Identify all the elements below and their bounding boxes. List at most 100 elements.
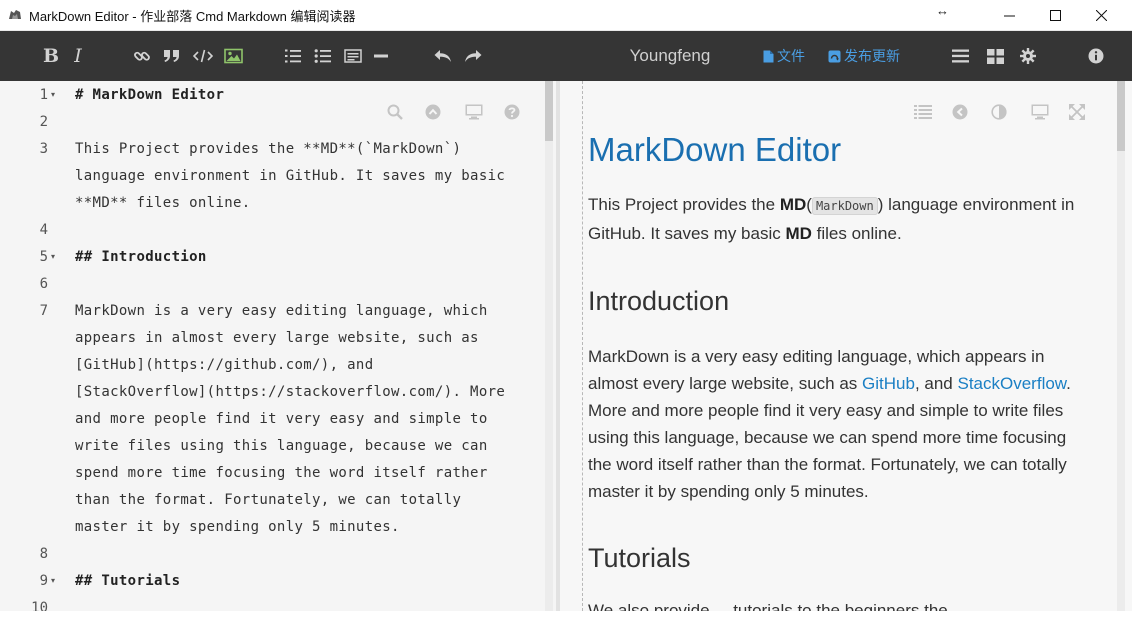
close-button[interactable] <box>1078 0 1124 31</box>
code-line: master it by spending only 5 minutes. <box>75 519 400 535</box>
preview-scrollbar-thumb[interactable] <box>1117 81 1125 151</box>
preview-paragraph: MarkDown is a very easy editing language… <box>588 347 1071 501</box>
file-menu-button[interactable]: 文件 <box>763 31 805 81</box>
preview-paragraph: This Project provides the MD(MarkDown) l… <box>588 195 1075 243</box>
preview-heading-tutorials: Tutorials <box>588 543 691 573</box>
help-icon <box>504 104 520 120</box>
code-line: language environment in GitHub. It saves… <box>75 168 506 184</box>
preview-heading-1: MarkDown Editor <box>588 131 842 168</box>
code-line: than the format. Fortunately, we can tot… <box>75 492 462 508</box>
line-number: 3 <box>39 141 48 157</box>
line-number: 6 <box>39 276 48 292</box>
redo-button[interactable] <box>461 31 485 81</box>
menu-button[interactable] <box>948 31 972 81</box>
editor-scrollbar[interactable] <box>545 81 553 611</box>
stackoverflow-link[interactable]: StackOverflow <box>957 374 1066 393</box>
expand-icon <box>1069 104 1085 120</box>
author-name[interactable]: Youngfeng <box>600 31 740 81</box>
scroll-top-button[interactable] <box>424 103 442 121</box>
preview-toggle-button[interactable] <box>465 103 483 121</box>
preview-scrollbar[interactable] <box>1117 81 1125 611</box>
code-line: write files using this language, because… <box>75 438 488 454</box>
maximize-icon <box>1049 10 1061 21</box>
preview-margin-line <box>582 81 583 611</box>
code-line: MarkDown is a very easy editing language… <box>75 303 488 319</box>
code-line: This Project provides the **MD**(`MarkDo… <box>75 141 462 157</box>
quote-icon <box>164 50 179 62</box>
code-line: **MD** files online. <box>75 195 251 211</box>
italic-button[interactable]: I <box>66 31 90 81</box>
info-button[interactable] <box>1084 31 1108 81</box>
ordered-list-icon <box>285 49 301 63</box>
ordered-list-button[interactable] <box>281 31 305 81</box>
line-number: 1 <box>39 87 48 103</box>
gear-icon <box>1020 48 1036 64</box>
search-button[interactable] <box>386 103 404 121</box>
info-icon <box>1088 48 1104 64</box>
editor-pane[interactable]: 1 ▾ 2 3 4 5 ▾ 6 7 8 9 ▾ 10 # MarkDown Ed… <box>0 81 556 611</box>
preview-cut-text: We also provide ... tutorials to the beg… <box>588 601 967 611</box>
theme-toggle-button[interactable] <box>989 102 1009 122</box>
line-number: 8 <box>39 546 48 562</box>
toc-button[interactable] <box>913 102 933 122</box>
monitor-icon <box>1031 104 1049 120</box>
line-number: 4 <box>39 222 48 238</box>
toolbar: B I Youngfeng 文件 发布更新 <box>0 31 1132 81</box>
code-line: [StackOverflow](https://stackoverflow.co… <box>75 384 506 400</box>
line-number: 5 <box>39 249 48 265</box>
minimize-button[interactable] <box>986 0 1032 31</box>
window-title: MarkDown Editor - 作业部落 Cmd Markdown 编辑阅读… <box>29 8 356 24</box>
title-bar: MarkDown Editor - 作业部落 Cmd Markdown 编辑阅读… <box>0 0 1132 31</box>
back-button[interactable] <box>950 102 970 122</box>
fold-arrow-icon[interactable]: ▾ <box>51 81 59 108</box>
unordered-list-icon <box>314 49 331 63</box>
fold-arrow-icon[interactable]: ▾ <box>51 567 59 594</box>
code-line: appears in almost every large website, s… <box>75 330 479 346</box>
chevron-left-circle-icon <box>952 104 968 120</box>
fold-arrow-icon[interactable]: ▾ <box>51 243 59 270</box>
horizontal-rule-button[interactable] <box>370 31 392 81</box>
line-number: 2 <box>39 114 48 130</box>
monitor-icon <box>465 104 483 120</box>
help-button[interactable] <box>503 103 521 121</box>
unordered-list-button[interactable] <box>311 31 335 81</box>
image-icon <box>223 48 243 64</box>
bold-button[interactable]: B <box>38 31 64 81</box>
resize-arrows-icon: ↔ <box>936 3 949 18</box>
toc-list-icon <box>914 105 932 119</box>
link-icon <box>134 51 150 61</box>
inline-code: MarkDown <box>811 197 878 215</box>
file-icon <box>763 50 774 62</box>
publish-button[interactable]: 发布更新 <box>828 31 900 81</box>
line-number: 7 <box>39 303 48 319</box>
horizontal-rule-icon <box>374 54 388 58</box>
minimize-icon <box>1003 15 1015 17</box>
menu-icon <box>951 49 969 63</box>
fullscreen-button[interactable] <box>1067 102 1087 122</box>
layout-button[interactable] <box>983 31 1007 81</box>
preview-heading-introduction: Introduction <box>588 286 730 316</box>
close-icon <box>1095 10 1107 21</box>
preview-pane: MarkDown Editor This Project provides th… <box>560 81 1132 611</box>
search-icon <box>387 104 403 120</box>
chevron-up-circle-icon <box>425 104 441 120</box>
settings-button[interactable] <box>1016 31 1040 81</box>
publish-label: 发布更新 <box>844 48 900 64</box>
window-bottom-edge <box>0 611 1132 631</box>
file-menu-label: 文件 <box>777 48 805 64</box>
github-link[interactable]: GitHub <box>862 374 915 393</box>
contrast-icon <box>991 104 1007 120</box>
code-icon <box>193 49 213 63</box>
code-button[interactable] <box>191 31 215 81</box>
editor-scrollbar-thumb[interactable] <box>545 81 553 141</box>
maximize-button[interactable] <box>1032 0 1078 31</box>
code-line: and more people find it very easy and si… <box>75 411 488 427</box>
layout-grid-icon <box>986 48 1004 64</box>
undo-button[interactable] <box>431 31 455 81</box>
link-button[interactable] <box>131 31 153 81</box>
quote-button[interactable] <box>161 31 183 81</box>
presentation-button[interactable] <box>1030 102 1050 122</box>
code-line: # MarkDown Editor <box>75 87 225 103</box>
image-button[interactable] <box>221 31 245 81</box>
heading-button[interactable] <box>341 31 365 81</box>
